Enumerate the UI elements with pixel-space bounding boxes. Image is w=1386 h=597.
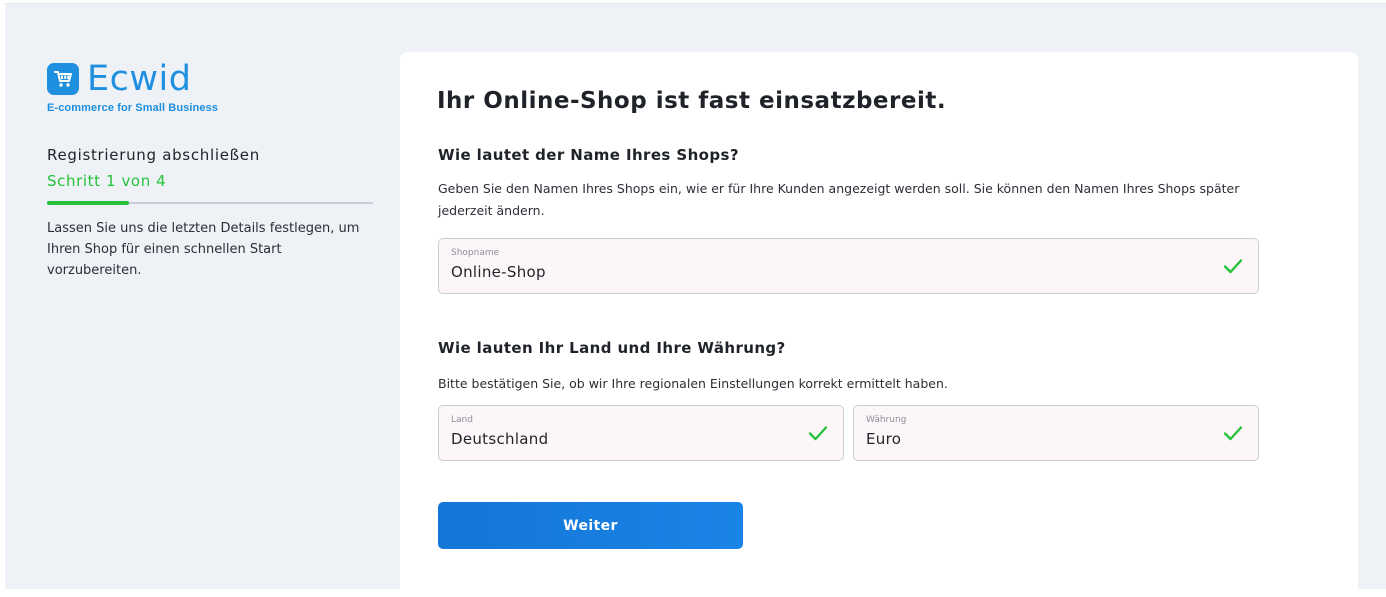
step-indicator: Schritt 1 von 4	[47, 172, 167, 190]
progress-fill	[47, 201, 129, 205]
currency-input[interactable]	[866, 430, 1166, 448]
currency-label: Währung	[866, 415, 907, 425]
shop-name-field[interactable]: Shopname	[438, 238, 1259, 294]
check-icon	[1223, 259, 1243, 274]
progress-bar	[47, 201, 373, 205]
region-description: Bitte bestätigen Sie, ob wir Ihre region…	[438, 376, 948, 391]
shop-name-input[interactable]	[451, 263, 751, 281]
page-background: Ecwid E-commerce for Small Business Regi…	[5, 3, 1386, 597]
country-field[interactable]: Land	[438, 405, 844, 461]
shop-name-heading: Wie lautet der Name Ihres Shops?	[438, 146, 739, 164]
country-input[interactable]	[451, 430, 751, 448]
check-icon	[808, 426, 828, 441]
logo: Ecwid	[47, 60, 377, 98]
page-title: Ihr Online-Shop ist fast einsatzbereit.	[437, 88, 947, 114]
cart-icon	[47, 63, 79, 95]
check-icon	[1223, 426, 1243, 441]
sidebar-title: Registrierung abschließen	[47, 146, 260, 164]
shop-name-description: Geben Sie den Namen Ihres Shops ein, wie…	[438, 181, 1240, 218]
sidebar: Ecwid E-commerce for Small Business Regi…	[47, 60, 377, 281]
currency-field[interactable]: Währung	[853, 405, 1259, 461]
setup-card: Ihr Online-Shop ist fast einsatzbereit. …	[400, 52, 1358, 597]
logo-wordmark: Ecwid	[87, 59, 192, 99]
logo-tagline: E-commerce for Small Business	[47, 102, 219, 114]
sidebar-description: Lassen Sie uns die letzten Details festl…	[47, 221, 360, 278]
shop-name-label: Shopname	[451, 248, 500, 258]
region-heading: Wie lauten Ihr Land und Ihre Währung?	[438, 339, 786, 357]
country-label: Land	[451, 415, 473, 425]
next-button[interactable]: Weiter	[438, 502, 743, 549]
